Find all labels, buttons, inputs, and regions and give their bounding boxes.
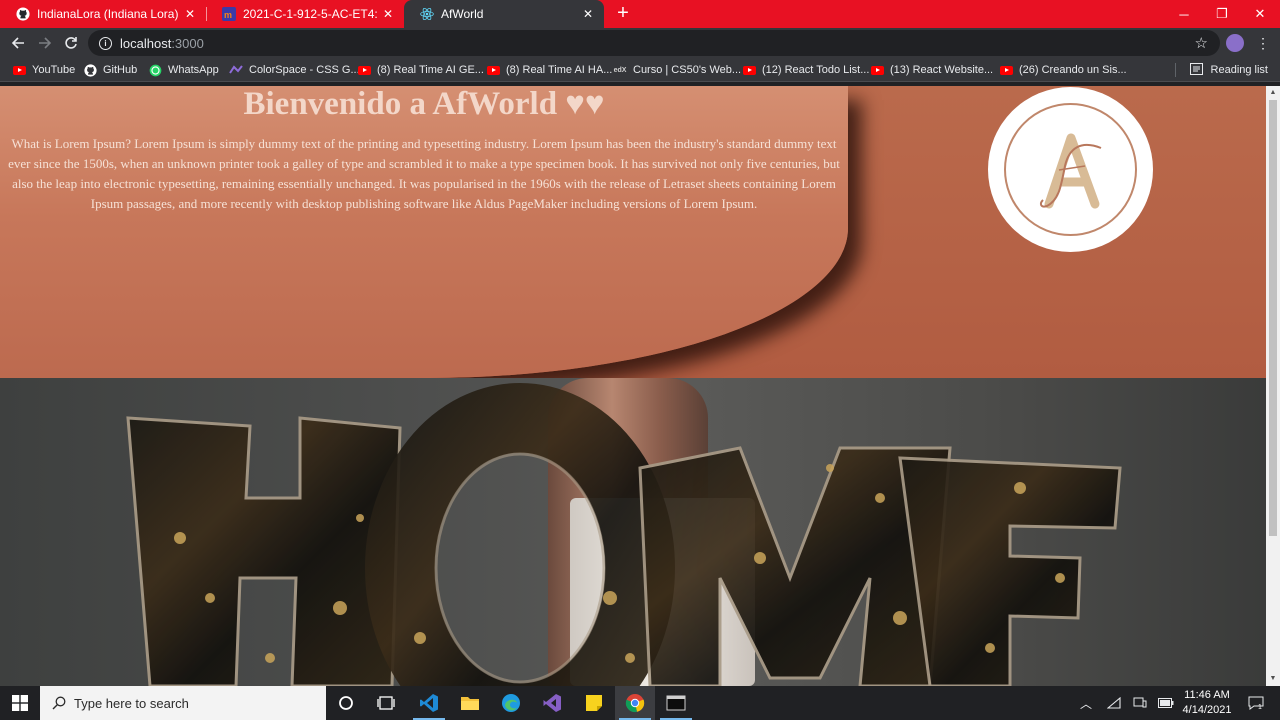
- task-view-icon[interactable]: [366, 686, 406, 720]
- whatsapp-icon: [148, 63, 162, 77]
- reading-list-icon: [1189, 62, 1203, 78]
- bookmark-item[interactable]: (26) Creando un Sis...: [999, 58, 1127, 82]
- search-placeholder: Type here to search: [74, 695, 189, 711]
- youtube-icon: [742, 63, 756, 77]
- scroll-up-arrow-icon[interactable]: ▲: [1266, 86, 1280, 100]
- url-text: localhost:3000: [120, 35, 204, 51]
- minimize-button[interactable]: ─: [1165, 0, 1203, 28]
- reload-button[interactable]: [59, 31, 83, 55]
- svg-text:m: m: [224, 10, 232, 20]
- bookmark-item[interactable]: edX Curso | CS50's Web...: [613, 58, 742, 82]
- edge-icon[interactable]: [491, 686, 531, 720]
- bookmarks-bar: YouTube GitHub WhatsApp ColorSpace - CSS…: [0, 58, 1280, 82]
- cortana-icon[interactable]: [326, 686, 366, 720]
- site-info-icon[interactable]: i: [99, 36, 112, 50]
- react-icon: [420, 7, 434, 21]
- bookmark-item[interactable]: WhatsApp: [148, 58, 219, 82]
- page-scrollbar[interactable]: ▲ ▼: [1266, 86, 1280, 686]
- hero-panel: [0, 86, 848, 378]
- clock-time: 11:46 AM: [1184, 689, 1230, 701]
- menu-kebab-icon[interactable]: ⋮: [1256, 34, 1270, 52]
- new-tab-button[interactable]: +: [612, 3, 634, 25]
- bookmark-item[interactable]: GitHub: [83, 58, 137, 82]
- logo-ring: [1004, 103, 1137, 236]
- chrome-icon[interactable]: [615, 686, 655, 720]
- bookmark-item[interactable]: YouTube: [12, 58, 75, 82]
- windows-logo-icon: [12, 695, 28, 711]
- vscode-icon[interactable]: [409, 686, 449, 720]
- colorspace-icon: [229, 63, 243, 77]
- file-explorer-icon[interactable]: [450, 686, 490, 720]
- home-letters-photo: [0, 378, 1266, 686]
- intro-paragraph: What is Lorem Ipsum? Lorem Ipsum is simp…: [8, 136, 840, 211]
- scrollbar-thumb[interactable]: [1269, 100, 1277, 536]
- bookmark-item[interactable]: (13) React Website...: [870, 58, 993, 82]
- page-viewport: Bienvenido a AfWorld ♥♥ What is Lorem Ip…: [0, 86, 1266, 686]
- tab-afworld[interactable]: AfWorld ✕: [404, 0, 604, 28]
- afworld-logo[interactable]: [988, 87, 1153, 252]
- youtube-icon: [486, 63, 500, 77]
- close-icon[interactable]: ✕: [380, 6, 396, 22]
- sticky-notes-icon[interactable]: [574, 686, 614, 720]
- terminal-icon[interactable]: [656, 686, 696, 720]
- page-title: Bienvenido a AfWorld ♥♥: [243, 86, 605, 122]
- forward-button[interactable]: [33, 31, 57, 55]
- close-window-button[interactable]: ✕: [1241, 0, 1279, 28]
- reading-list-button[interactable]: Reading list: [1174, 58, 1268, 82]
- bookmark-star-icon[interactable]: ☆: [1195, 34, 1208, 52]
- display-icon[interactable]: [1130, 686, 1150, 720]
- bookmark-item[interactable]: (12) React Todo List...: [742, 58, 869, 82]
- tab-moodle[interactable]: m 2021-C-1-912-5-AC-ET4: ACTIVID ✕: [206, 0, 404, 28]
- maximize-button[interactable]: ❐: [1203, 0, 1241, 28]
- bookmark-item[interactable]: (8) Real Time AI GE...: [357, 58, 484, 82]
- profile-avatar[interactable]: [1226, 34, 1244, 52]
- taskbar-search[interactable]: Type here to search: [40, 686, 326, 720]
- network-icon[interactable]: [1104, 686, 1124, 720]
- visual-studio-icon[interactable]: [532, 686, 572, 720]
- browser-toolbar: i localhost:3000 ☆ ⋮: [0, 28, 1280, 58]
- search-icon: [52, 696, 66, 710]
- youtube-icon: [357, 63, 371, 77]
- show-hidden-icons-chevron-icon[interactable]: ︿: [1076, 686, 1096, 720]
- close-icon[interactable]: ✕: [580, 6, 596, 22]
- af-monogram-icon: [1039, 133, 1101, 208]
- clock-date: 4/14/2021: [1182, 704, 1232, 716]
- close-icon[interactable]: ✕: [182, 6, 198, 22]
- back-button[interactable]: [6, 31, 30, 55]
- bookmark-separator: [1174, 63, 1176, 77]
- github-icon: [16, 7, 30, 21]
- youtube-icon: [999, 63, 1013, 77]
- battery-icon[interactable]: [1156, 686, 1176, 720]
- svg-text:1: 1: [1258, 704, 1262, 710]
- windows-taskbar: Type here to search ︿ 11:46 AM 4/14/2021: [0, 686, 1280, 720]
- moodle-icon: m: [222, 7, 236, 21]
- tab-strip: IndianaLora (Indiana Lora) ✕ m 2021-C-1-…: [0, 0, 1280, 28]
- tab-github[interactable]: IndianaLora (Indiana Lora) ✕: [0, 0, 206, 28]
- start-button[interactable]: [0, 686, 40, 720]
- home-letters-graphic: [126, 383, 1122, 686]
- notifications-icon[interactable]: 1: [1244, 686, 1268, 720]
- scroll-down-arrow-icon[interactable]: ▼: [1266, 672, 1280, 686]
- github-icon: [83, 63, 97, 77]
- tab-title: 2021-C-1-912-5-AC-ET4: ACTIVID: [243, 7, 380, 21]
- youtube-icon: [870, 63, 884, 77]
- bookmark-item[interactable]: ColorSpace - CSS G...: [229, 58, 360, 82]
- address-bar[interactable]: i localhost:3000 ☆: [88, 30, 1220, 56]
- tab-title: AfWorld: [441, 7, 484, 21]
- taskbar-clock[interactable]: 11:46 AM 4/14/2021: [1176, 688, 1238, 718]
- edx-icon: edX: [613, 66, 627, 74]
- bookmark-item[interactable]: (8) Real Time AI HA...: [486, 58, 612, 82]
- youtube-icon: [12, 63, 26, 77]
- tab-title: IndianaLora (Indiana Lora): [37, 7, 179, 21]
